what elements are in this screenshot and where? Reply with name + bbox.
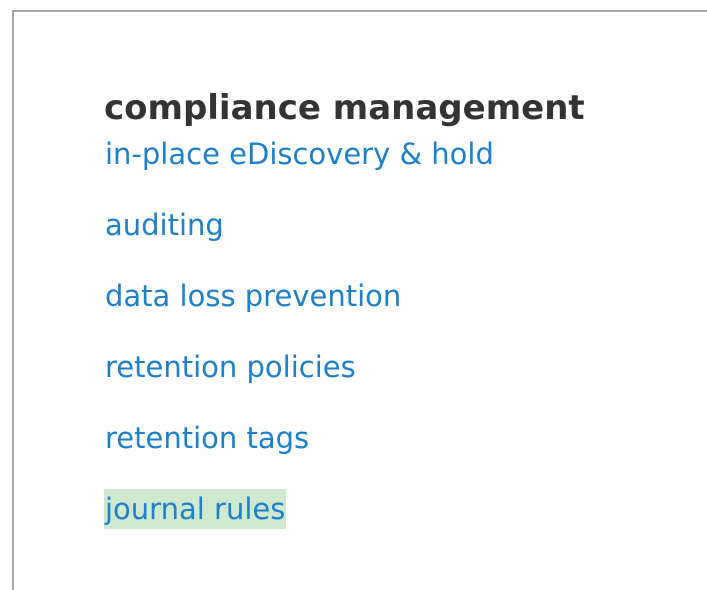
nav-item-label[interactable]: retention policies — [104, 347, 357, 387]
nav-item-label[interactable]: retention tags — [104, 418, 310, 458]
nav-item-label[interactable]: auditing — [104, 205, 225, 245]
compliance-management-nav: compliance management in-place eDiscover… — [104, 86, 585, 560]
nav-item-journal-rules[interactable]: journal rules — [104, 489, 585, 560]
nav-list: in-place eDiscovery & hold auditing data… — [104, 134, 585, 560]
content-panel: compliance management in-place eDiscover… — [12, 10, 707, 590]
nav-item-label[interactable]: in-place eDiscovery & hold — [104, 134, 495, 174]
nav-item-in-place-ediscovery-hold[interactable]: in-place eDiscovery & hold — [104, 134, 585, 205]
nav-item-auditing[interactable]: auditing — [104, 205, 585, 276]
nav-item-retention-policies[interactable]: retention policies — [104, 347, 585, 418]
nav-item-label[interactable]: data loss prevention — [104, 276, 402, 316]
nav-item-retention-tags[interactable]: retention tags — [104, 418, 585, 489]
section-title: compliance management — [104, 88, 585, 128]
nav-item-data-loss-prevention[interactable]: data loss prevention — [104, 276, 585, 347]
nav-item-label-selected[interactable]: journal rules — [104, 489, 287, 529]
